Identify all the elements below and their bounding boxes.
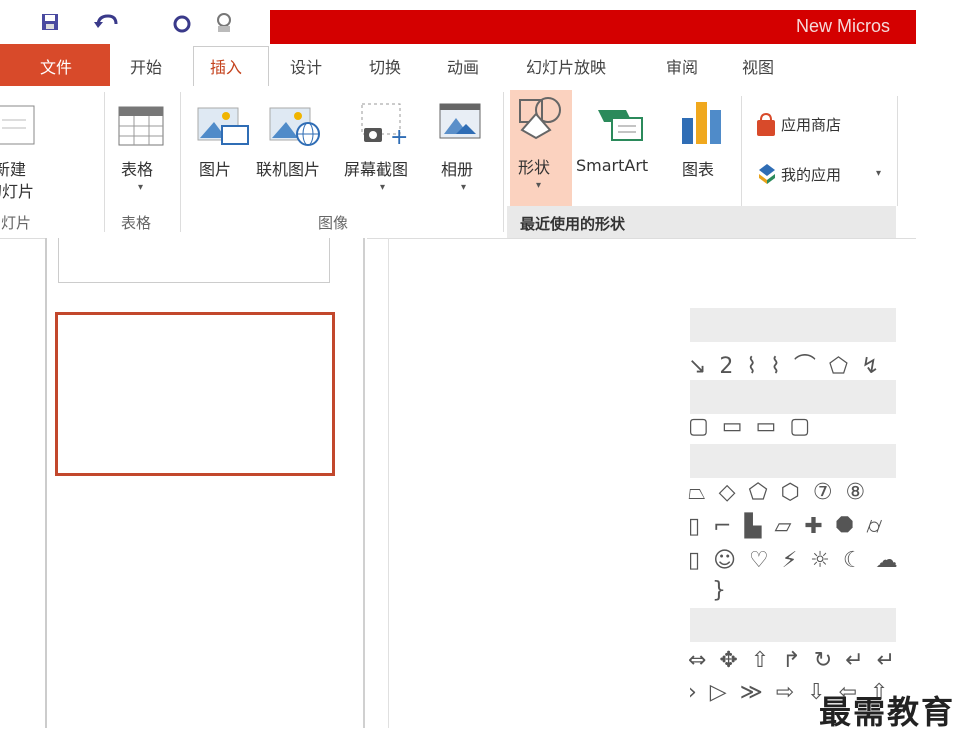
shapes-button[interactable]: 形状 ▾ xyxy=(510,90,572,206)
slide-thumbnail-1[interactable] xyxy=(58,238,330,283)
group-label-images: 图像 xyxy=(318,214,349,232)
divider xyxy=(897,96,898,206)
album-button-label[interactable]: 相册 xyxy=(441,156,473,180)
shape-category-band xyxy=(690,444,896,478)
new-slide-label-2[interactable]: 幻灯片 xyxy=(0,178,56,202)
screenshot-button-label[interactable]: 屏幕截图 xyxy=(344,156,408,180)
group-label-tables: 表格 xyxy=(121,214,152,232)
chart-icon[interactable] xyxy=(680,98,726,146)
screenshot-icon[interactable]: + xyxy=(358,102,410,146)
shape-category-band xyxy=(690,380,896,414)
my-apps-button-label[interactable]: 我的应用 xyxy=(781,164,841,185)
photo-album-icon[interactable] xyxy=(438,100,486,144)
tab-insert[interactable]: 插入 xyxy=(210,54,242,78)
watermark: 最需教育 xyxy=(818,693,955,731)
my-apps-icon[interactable] xyxy=(755,162,777,184)
svg-text:+: + xyxy=(390,125,408,146)
tab-review[interactable]: 审阅 xyxy=(666,54,698,78)
online-picture-button-label[interactable]: 联机图片 xyxy=(256,156,320,180)
tab-transitions[interactable]: 切换 xyxy=(369,54,401,78)
pane-splitter[interactable] xyxy=(363,238,365,728)
shape-row-arrows-1[interactable]: ⇔ ✥ ⇧ ↱ ↻ ↵ ↵ xyxy=(688,648,898,673)
quick-access-toolbar xyxy=(0,0,270,44)
pane-divider xyxy=(388,238,389,728)
table-icon[interactable] xyxy=(118,106,164,146)
shape-category-band xyxy=(690,608,896,642)
shapes-button-label: 形状 xyxy=(518,158,551,177)
chevron-down-icon[interactable]: ▾ xyxy=(138,182,143,193)
recent-shapes-label: 最近使用的形状 xyxy=(520,215,626,233)
picture-icon[interactable] xyxy=(196,100,252,146)
shape-row-rectangles[interactable]: ▢ ▭ ▭ ▢ xyxy=(688,414,813,439)
chevron-down-icon[interactable]: ▾ xyxy=(876,168,881,179)
new-slide-label[interactable]: 新建 xyxy=(0,156,54,180)
app-store-button-label[interactable]: 应用商店 xyxy=(781,114,841,135)
tab-view[interactable]: 视图 xyxy=(742,54,774,78)
group-label-slides: 幻灯片 xyxy=(0,214,32,232)
shape-row-basic-4[interactable]: } xyxy=(712,578,729,603)
chevron-down-icon: ▾ xyxy=(536,180,542,191)
store-icon[interactable] xyxy=(755,112,777,136)
ribbon-tabs: 文件 开始 插入 设计 切换 动画 幻灯片放映 审阅 视图 xyxy=(0,44,916,87)
divider xyxy=(503,92,504,232)
picture-button-label[interactable]: 图片 xyxy=(199,156,231,180)
shape-row-basic-1[interactable]: ⏢ ◇ ⬠ ⬡ ⑦ ⑧ xyxy=(688,480,868,505)
shape-row-lines[interactable]: ↘ 2 ⌇ ⌇ ⌒ ⬠ ↯ xyxy=(688,348,882,380)
divider xyxy=(741,96,742,206)
shape-row-basic-2[interactable]: ▯ ⌐ ▙ ▱ ✚ ⯃ ⌭ xyxy=(688,514,885,539)
slide-thumbnail-2-selected[interactable] xyxy=(55,312,335,476)
chevron-down-icon[interactable]: ▾ xyxy=(461,182,466,193)
smartart-button-label[interactable]: SmartArt xyxy=(576,156,648,175)
shape-category-band xyxy=(690,308,896,342)
chevron-down-icon[interactable]: ▾ xyxy=(380,182,385,193)
shape-row-basic-3[interactable]: ▯ ☺ ♡ ⚡ ☼ ☾ ☁ xyxy=(688,548,901,573)
save-icon[interactable] xyxy=(40,12,60,32)
new-slide-icon[interactable] xyxy=(0,104,40,148)
tab-file[interactable]: 文件 xyxy=(0,44,110,86)
tab-design[interactable]: 设计 xyxy=(290,54,322,78)
tab-slideshow[interactable]: 幻灯片放映 xyxy=(526,54,606,78)
undo-icon[interactable] xyxy=(92,12,122,34)
table-button-label[interactable]: 表格 xyxy=(121,156,153,180)
divider xyxy=(104,92,105,232)
title-bar: New Micros xyxy=(270,10,916,44)
tab-home[interactable]: 开始 xyxy=(130,54,162,78)
window-title: New Micros xyxy=(796,16,891,36)
divider xyxy=(180,92,181,232)
tab-animations[interactable]: 动画 xyxy=(447,54,479,78)
presenter-icon[interactable] xyxy=(212,12,238,34)
smartart-icon[interactable] xyxy=(596,104,648,146)
chart-button-label[interactable]: 图表 xyxy=(682,156,714,180)
redo-icon[interactable] xyxy=(172,12,192,34)
online-picture-icon[interactable] xyxy=(268,100,324,146)
shapes-icon xyxy=(516,96,566,144)
